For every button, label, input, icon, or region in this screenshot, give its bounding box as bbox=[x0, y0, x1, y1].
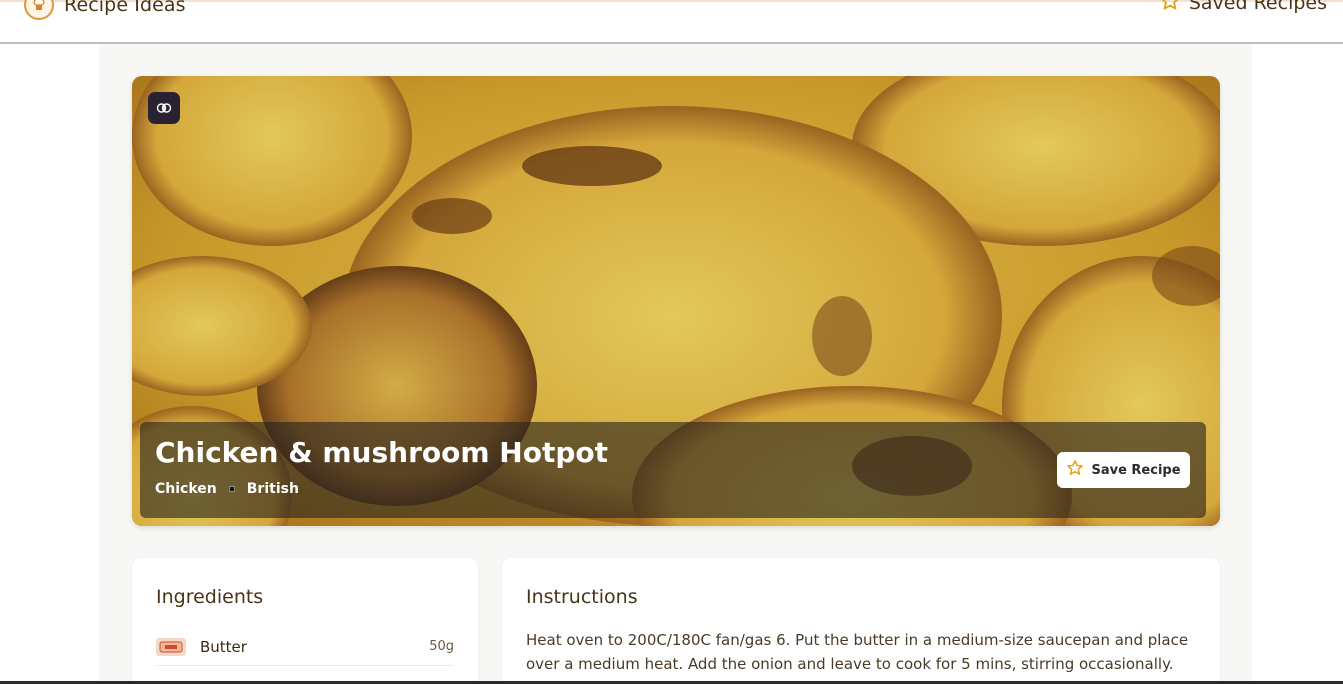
top-navigation-bar: Recipe Ideas Saved Recipes bbox=[0, 0, 1343, 44]
save-recipe-label: Save Recipe bbox=[1091, 462, 1181, 478]
chef-logo-icon bbox=[24, 0, 54, 20]
instructions-card: Instructions Heat oven to 200C/180C fan/… bbox=[502, 558, 1220, 684]
ingredient-row: Butter 50g bbox=[156, 628, 454, 666]
recipe-title-overlay: Chicken & mushroom Hotpot Chicken Britis… bbox=[140, 422, 1206, 518]
recipe-category: Chicken bbox=[155, 481, 217, 497]
instructions-text: Heat oven to 200C/180C fan/gas 6. Put th… bbox=[526, 631, 1189, 684]
instructions-heading: Instructions bbox=[526, 586, 638, 608]
recipe-hero: Chicken & mushroom Hotpot Chicken Britis… bbox=[132, 76, 1220, 526]
recipe-meta: Chicken British bbox=[155, 481, 299, 497]
ingredients-heading: Ingredients bbox=[156, 586, 264, 608]
recipe-title: Chicken & mushroom Hotpot bbox=[155, 436, 609, 469]
recipe-area: British bbox=[246, 481, 299, 497]
ingredient-name: Butter bbox=[200, 637, 247, 656]
brand[interactable]: Recipe Ideas bbox=[24, 0, 186, 20]
brain-icon[interactable] bbox=[148, 92, 180, 124]
ingredients-card: Ingredients Butter 50g bbox=[132, 558, 478, 684]
star-outline-icon bbox=[1066, 459, 1084, 481]
star-icon bbox=[1159, 0, 1181, 16]
ingredient-quantity: 50g bbox=[429, 639, 454, 654]
saved-recipes-link[interactable]: Saved Recipes bbox=[1159, 0, 1327, 16]
save-recipe-button[interactable]: Save Recipe bbox=[1057, 452, 1190, 488]
brand-title: Recipe Ideas bbox=[64, 0, 186, 16]
butter-icon bbox=[156, 637, 186, 656]
saved-recipes-label: Saved Recipes bbox=[1188, 0, 1327, 14]
meta-separator bbox=[228, 486, 235, 492]
